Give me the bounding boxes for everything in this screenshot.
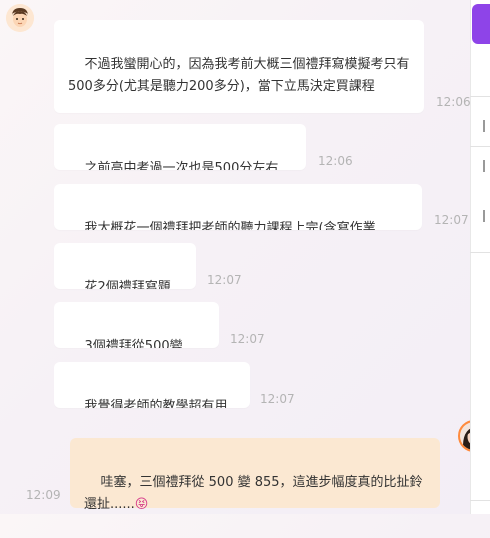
side-panel [470,0,490,514]
message-bubble-5: 3個禮拜從500變855 [54,302,219,348]
message-bubble-1: 不過我蠻開心的，因為我考前大概三個禮拜寫模擬考只有500多分(尤其是聽力200多… [54,20,424,113]
message-text-2: 之前高中考過一次也是500分左右 [84,161,279,170]
message-bubble-4: 花2個禮拜寫題庫 [54,243,196,289]
message-text-1: 不過我蠻開心的，因為我考前大概三個禮拜寫模擬考只有500多分(尤其是聽力200多… [68,57,410,94]
reply-time: 12:09 [26,488,61,502]
message-time-1: 12:06 [436,95,471,109]
side-panel-marker [483,210,485,222]
side-panel-marker [483,120,485,132]
message-bubble-6: 我覺得老師的教學超有用 [54,362,250,408]
side-panel-divider [470,146,490,147]
message-time-2: 12:06 [318,154,353,168]
side-panel-tab[interactable] [472,4,490,44]
message-time-4: 12:07 [207,273,242,287]
chat-area: 不過我蠻開心的，因為我考前大概三個禮拜寫模擬考只有500多分(尤其是聽力200多… [0,0,471,514]
user-avatar[interactable] [6,4,34,32]
message-time-6: 12:07 [260,392,295,406]
message-time-5: 12:07 [230,332,265,346]
side-panel-marker [483,160,485,172]
message-text-4: 花2個禮拜寫題庫 [84,280,171,289]
grinning-tongue-emoji-icon: 😝 [134,497,149,512]
message-text-3: 我大概花一個禮拜把老師的聽力課程上完(含寫作業 [84,221,376,230]
message-text-6: 我覺得老師的教學超有用 [84,399,228,408]
message-bubble-2: 之前高中考過一次也是500分左右 [54,124,306,170]
user-avatar-icon [6,4,34,32]
reply-bubble: 哇塞，三個禮拜從 500 變 855，這進步幅度真的比扯鈴還扯......😝 [70,438,440,512]
message-time-3: 12:07 [434,213,469,227]
side-panel-divider [470,252,490,253]
side-panel-divider [470,96,490,97]
message-bubble-3: 我大概花一個禮拜把老師的聽力課程上完(含寫作業 [54,184,422,230]
message-text-5: 3個禮拜從500變855 [84,339,183,348]
side-panel-divider [470,500,490,501]
